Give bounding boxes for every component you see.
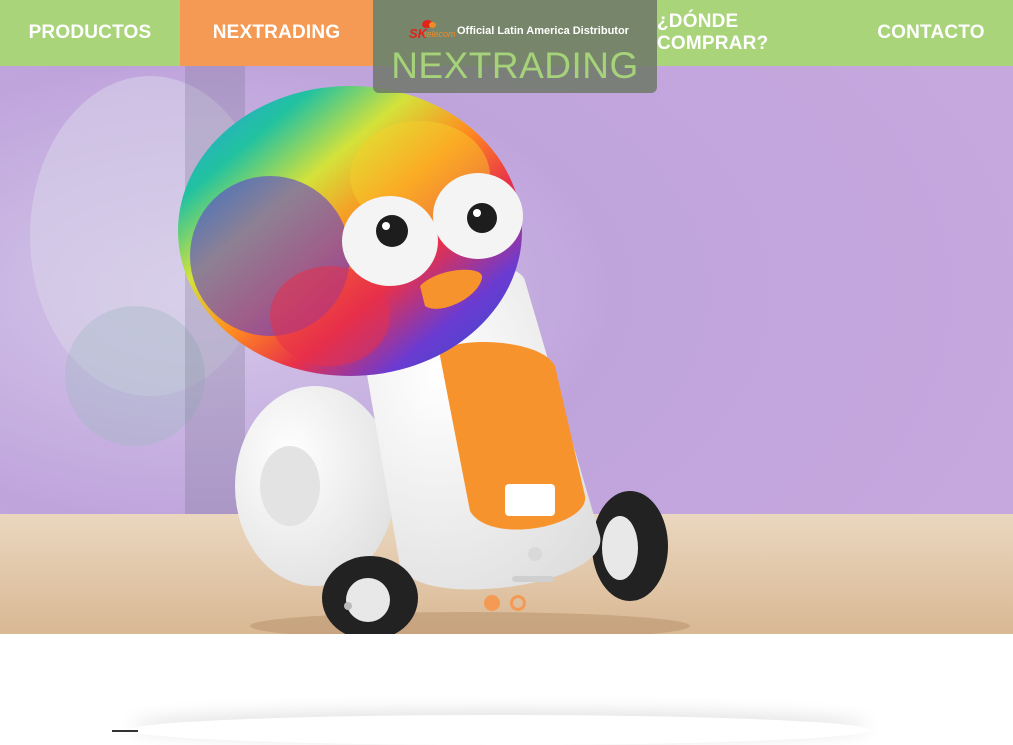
slide-dot-1[interactable] [484,595,500,611]
logo-tagline: Official Latin America Distributor [457,25,629,37]
nav-item-donde-comprar[interactable]: ¿DÓNDE COMPRAR? [657,0,849,66]
content-card-shadow [130,715,870,745]
sk-telecom-logo-icon: SK telecom [409,18,456,42]
nav-item-nextrading[interactable]: NEXTRADING [180,0,373,66]
logo-header: SK telecom Official Latin America Distri… [409,18,629,42]
site-logo[interactable]: SK telecom Official Latin America Distri… [373,0,657,93]
nav-item-productos[interactable]: PRODUCTOS [0,0,180,66]
nav-item-contacto[interactable]: CONTACTO [849,0,1013,66]
hero-image [0,66,1013,634]
slider-pagination [484,595,526,611]
content-divider [112,730,138,732]
slide-dot-2[interactable] [510,595,526,611]
telecom-text: telecom [424,29,456,39]
sk-wing-shape-small [429,22,436,28]
logo-wordmark: NEXTRADING [391,45,639,86]
hero-slider[interactable] [0,66,1013,634]
